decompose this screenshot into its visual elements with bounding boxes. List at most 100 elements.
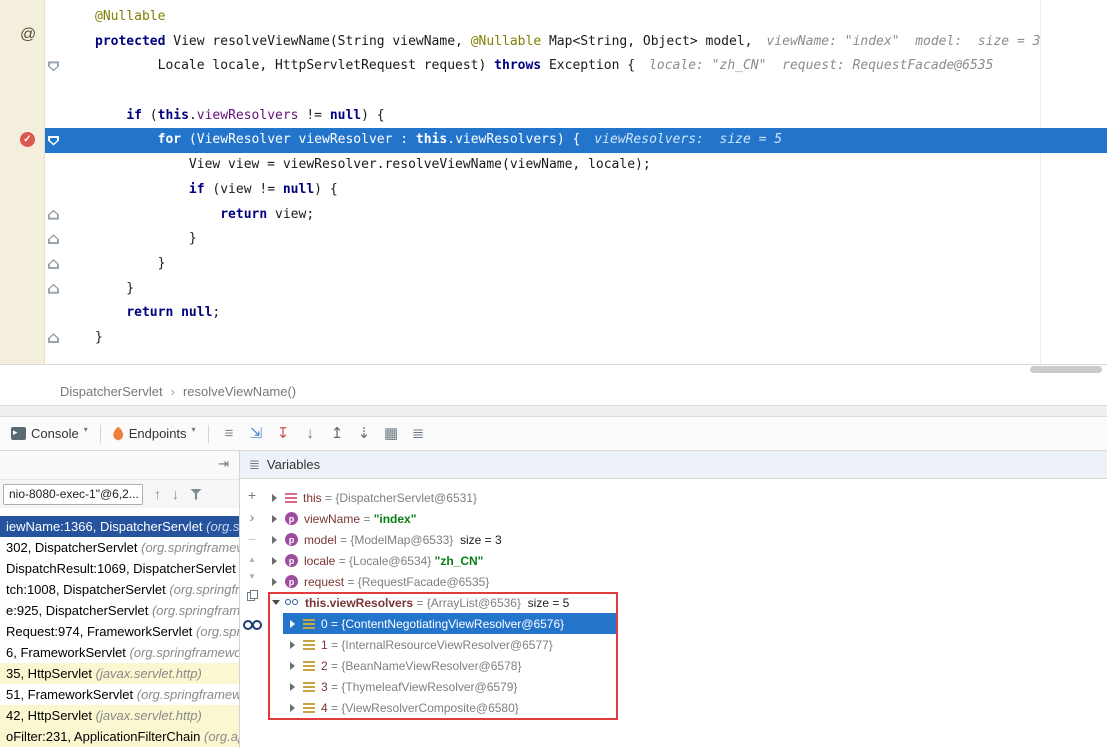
stack-frame-row[interactable]: Request:974, FrameworkServlet (org.sprin: [0, 621, 239, 642]
stack-frame-row[interactable]: 302, DispatcherServlet (org.springframew: [0, 537, 239, 558]
stack-frame-row[interactable]: 51, FrameworkServlet (org.springframewo: [0, 684, 239, 705]
tab-label: Endpoints: [129, 426, 187, 441]
panel-splitter[interactable]: [0, 406, 1107, 417]
equals-sign: =: [328, 617, 342, 631]
array-item-icon: [303, 703, 315, 713]
next-frame-icon[interactable]: ↓: [172, 486, 179, 502]
expand-node-icon[interactable]: ›: [240, 510, 264, 524]
scroll-down-icon[interactable]: ▾: [240, 569, 264, 583]
run-to-cursor-icon[interactable]: ⇣: [351, 424, 378, 444]
restore-layout-icon[interactable]: ⇲: [243, 424, 270, 444]
frame-package: (javax.servlet.http): [96, 708, 202, 723]
add-watch-icon[interactable]: +: [240, 488, 264, 502]
force-step-into-icon[interactable]: ↧: [270, 424, 297, 444]
frames-list: iewName:1366, DispatcherServlet (org.sp3…: [0, 508, 239, 747]
ide-window: { "editor": { "at_symbol": "@", "lines":…: [0, 0, 1107, 748]
equals-sign: =: [328, 638, 342, 652]
tab-console[interactable]: Console ▾: [6, 426, 93, 441]
stack-frame-row[interactable]: DispatchResult:1069, DispatcherServlet (…: [0, 558, 239, 579]
variable-row[interactable]: request = {RequestFacade@6535}: [264, 571, 1107, 592]
dropdown-arrow-icon[interactable]: ▾: [192, 425, 196, 434]
expand-chevron-icon[interactable]: [272, 536, 285, 544]
stack-frame-row[interactable]: 42, HttpServlet (javax.servlet.http): [0, 705, 239, 726]
frame-package: (org.springframewo: [130, 645, 239, 660]
variable-value: {ViewResolverComposite@6580}: [341, 701, 518, 715]
code-line[interactable]: @Nullable: [0, 5, 1107, 30]
breadcrumb-item[interactable]: resolveViewName(): [183, 384, 296, 399]
frames-panel-header: ⇥: [0, 451, 239, 480]
variable-row[interactable]: 3 = {ThymeleafViewResolver@6579}: [264, 676, 1107, 697]
debug-toolbar-tabs: Console ▾ Endpoints ▾: [6, 425, 216, 443]
code-line[interactable]: return view;: [0, 203, 1107, 228]
view-as-table-icon[interactable]: ▦: [378, 424, 405, 444]
step-into-icon[interactable]: ↓: [297, 424, 324, 444]
variable-row[interactable]: 1 = {InternalResourceViewResolver@6577}: [264, 634, 1107, 655]
code-line[interactable]: return null;: [0, 301, 1107, 326]
collapse-chevron-icon[interactable]: [272, 600, 285, 605]
stack-frame-row[interactable]: oFilter:231, ApplicationFilterChain (org…: [0, 726, 239, 747]
separator: [100, 425, 101, 443]
variable-row[interactable]: 2 = {BeanNameViewResolver@6578}: [264, 655, 1107, 676]
code-line[interactable]: }: [0, 326, 1107, 351]
thread-selector-row: nio-8080-exec-1"@6,2... ↑ ↓: [0, 480, 239, 508]
tab-endpoints[interactable]: Endpoints ▾: [108, 426, 201, 441]
show-watches-icon[interactable]: [240, 620, 264, 629]
variable-row[interactable]: locale = {Locale@6534} "zh_CN": [264, 550, 1107, 571]
stack-frame-row[interactable]: iewName:1366, DispatcherServlet (org.sp: [0, 516, 239, 537]
stack-frame-row[interactable]: e:925, DispatcherServlet (org.springfram…: [0, 600, 239, 621]
expand-chevron-icon[interactable]: [272, 494, 285, 502]
expand-chevron-icon[interactable]: [272, 515, 285, 523]
variable-row[interactable]: this.viewResolvers = {ArrayList@6536} si…: [264, 592, 1107, 613]
previous-frame-icon[interactable]: ↑: [154, 486, 161, 502]
code-line[interactable]: }: [0, 277, 1107, 302]
filter-frames-icon[interactable]: [190, 489, 202, 500]
code-line[interactable]: if (this.viewResolvers != null) {: [0, 104, 1107, 129]
variable-row[interactable]: 0 = {ContentNegotiatingViewResolver@6576…: [264, 613, 1107, 634]
dropdown-arrow-icon[interactable]: ▾: [84, 425, 88, 434]
expand-chevron-icon[interactable]: [290, 620, 303, 628]
hide-panel-icon[interactable]: ⇥: [218, 456, 229, 472]
variable-name: 0: [321, 617, 328, 631]
breakpoint-hit-icon[interactable]: ✓: [20, 132, 35, 147]
code-line[interactable]: [0, 79, 1107, 104]
code-line[interactable]: if (view != null) {: [0, 178, 1107, 203]
code-line[interactable]: View view = viewResolver.resolveViewName…: [0, 153, 1107, 178]
tab-label: Console: [31, 426, 79, 441]
code-line[interactable]: Locale locale, HttpServletRequest reques…: [0, 54, 1107, 79]
horizontal-scrollbar-thumb[interactable]: [1030, 366, 1102, 373]
variables-tree: this = {DispatcherServlet@6531}viewName …: [264, 479, 1107, 748]
stack-frame-row[interactable]: 35, HttpServlet (javax.servlet.http): [0, 663, 239, 684]
scroll-up-icon[interactable]: ▴: [240, 552, 264, 566]
thread-selector-dropdown[interactable]: nio-8080-exec-1"@6,2...: [3, 484, 143, 505]
breadcrumb-item[interactable]: DispatcherServlet: [60, 384, 163, 399]
step-out-icon[interactable]: ↥: [324, 424, 351, 444]
frame-location: 35, HttpServlet: [6, 666, 96, 681]
code-editor[interactable]: @Nullableprotected View resolveViewName(…: [0, 0, 1107, 365]
equals-sign: =: [328, 701, 342, 715]
expand-chevron-icon[interactable]: [290, 704, 303, 712]
frame-package: (org.springframew: [141, 540, 239, 555]
code-line[interactable]: }: [0, 227, 1107, 252]
remove-watch-icon[interactable]: −: [240, 532, 264, 546]
code-line[interactable]: }: [0, 252, 1107, 277]
variable-row[interactable]: this = {DispatcherServlet@6531}: [264, 487, 1107, 508]
stack-frame-row[interactable]: 6, FrameworkServlet (org.springframewo: [0, 642, 239, 663]
variables-menu-icon[interactable]: ≣: [249, 457, 260, 473]
copy-value-icon[interactable]: [240, 590, 264, 601]
variable-row[interactable]: viewName = "index": [264, 508, 1107, 529]
variable-row[interactable]: 4 = {ViewResolverComposite@6580}: [264, 697, 1107, 718]
variable-row[interactable]: model = {ModelMap@6533} size = 3: [264, 529, 1107, 550]
expand-chevron-icon[interactable]: [290, 662, 303, 670]
expand-chevron-icon[interactable]: [272, 557, 285, 565]
code-lines[interactable]: @Nullableprotected View resolveViewName(…: [0, 5, 1107, 351]
code-line[interactable]: protected View resolveViewName(String vi…: [0, 30, 1107, 55]
code-line[interactable]: for (ViewResolver viewResolver : this.vi…: [0, 128, 1107, 153]
expand-chevron-icon[interactable]: [290, 641, 303, 649]
parameter-icon: [285, 575, 298, 588]
frame-location: DispatchResult:1069, DispatcherServlet: [6, 561, 239, 576]
expand-chevron-icon[interactable]: [290, 683, 303, 691]
view-menu-icon[interactable]: ≡: [216, 424, 243, 444]
stack-frame-row[interactable]: tch:1008, DispatcherServlet (org.springf…: [0, 579, 239, 600]
expand-chevron-icon[interactable]: [272, 578, 285, 586]
settings-icon[interactable]: ≣: [405, 424, 432, 444]
